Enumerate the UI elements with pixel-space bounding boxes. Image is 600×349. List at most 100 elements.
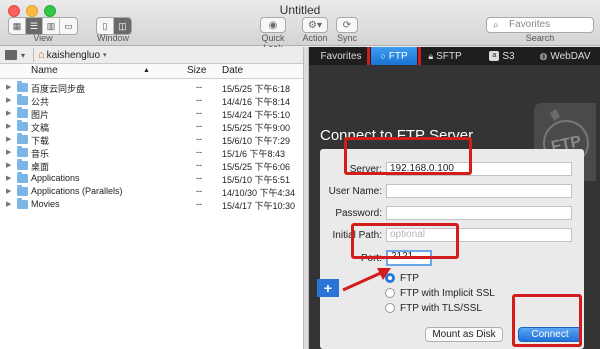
icon-view-button[interactable]: ▦ — [9, 18, 26, 34]
plus-icon: + — [323, 280, 333, 296]
tab-s3[interactable]: a S3 — [485, 47, 519, 65]
file-row[interactable]: ▶ Applications (Parallels) -- 14/10/30 下午4:… — [0, 185, 303, 198]
columns-icon: ▥ — [46, 20, 56, 31]
file-size: -- — [196, 134, 202, 144]
password-field[interactable] — [386, 206, 572, 220]
folder-menu-icon[interactable] — [5, 50, 17, 60]
divider — [33, 48, 35, 62]
globe-icon: ◍ — [539, 50, 548, 61]
action-label: Action — [302, 33, 328, 43]
annotation-highlight-connect — [512, 294, 582, 347]
current-folder[interactable]: kaishengluo — [47, 50, 100, 61]
mount-as-disk-button[interactable]: Mount as Disk — [425, 327, 503, 342]
chevron-down-icon[interactable]: ▾ — [21, 51, 25, 60]
search-label: Search — [525, 33, 555, 43]
window-toolbar: Untitled ▦ ☰ ▥ ▭ View ▯ ◫ Window ◉ Quick… — [0, 0, 600, 53]
file-row[interactable]: ▶ 下载 -- 15/6/10 下午7:29 — [0, 133, 303, 146]
gear-icon: ⚙▾ — [308, 19, 322, 31]
protocol-implicit-ssl-option[interactable]: FTP with Implicit SSL — [385, 287, 495, 299]
folder-icon — [17, 94, 28, 105]
chevron-down-icon[interactable]: ▾ — [103, 51, 107, 59]
size-column-header[interactable]: Size — [187, 65, 206, 76]
dual-pane-icon: ◫ — [118, 20, 127, 31]
file-size: -- — [196, 160, 202, 170]
radio-label: FTP with TLS/SSL — [400, 302, 482, 314]
disclosure-triangle-icon[interactable]: ▶ — [6, 122, 11, 130]
file-size: -- — [196, 121, 202, 131]
disclosure-triangle-icon[interactable]: ▶ — [6, 96, 11, 104]
ftp-connect-panel: Connect to FTP Server FTP Server: 192.16… — [309, 65, 600, 349]
tab-sftp[interactable]: 🔒︎ SFTP — [423, 47, 467, 65]
lock-icon: 🔒︎ — [428, 50, 434, 61]
file-row[interactable]: ▶ 文稿 -- 15/5/25 下午9:00 — [0, 120, 303, 133]
file-date: 15/4/17 下午10:30 — [222, 201, 296, 211]
disclosure-triangle-icon[interactable]: ▶ — [6, 200, 11, 208]
disclosure-triangle-icon[interactable]: ▶ — [6, 83, 11, 91]
action-button[interactable]: ⚙▾ — [302, 17, 328, 33]
folder-icon — [17, 107, 28, 118]
view-label: View — [33, 33, 53, 43]
file-name: Movies — [31, 199, 60, 209]
protocol-tls-option[interactable]: FTP with TLS/SSL — [385, 302, 482, 314]
radio-label: FTP — [400, 272, 419, 284]
annotation-highlight-port — [351, 223, 459, 259]
sync-button[interactable]: ⟳ — [336, 17, 358, 33]
file-row[interactable]: ▶ Applications -- 15/5/10 下午5:51 — [0, 172, 303, 185]
folder-icon — [17, 185, 28, 196]
column-view-button[interactable]: ▥ — [43, 18, 60, 34]
path-bar: ▾ ⌂ kaishengluo ▾ — [0, 47, 303, 64]
disclosure-triangle-icon[interactable]: ▶ — [6, 135, 11, 143]
disclosure-triangle-icon[interactable]: ▶ — [6, 174, 11, 182]
file-row[interactable]: ▶ 音乐 -- 15/1/6 下午8:43 — [0, 146, 303, 159]
eye-icon: ◉ — [268, 19, 278, 31]
search-placeholder: Favorites — [509, 19, 551, 30]
annotation-arrow — [342, 268, 391, 292]
file-name: Applications — [31, 173, 80, 183]
home-icon: ⌂ — [38, 49, 45, 61]
tab-label: WebDAV — [550, 50, 591, 62]
file-size: -- — [196, 147, 202, 157]
folder-icon — [17, 159, 28, 170]
disclosure-triangle-icon[interactable]: ▶ — [6, 187, 11, 195]
folder-icon — [17, 81, 28, 92]
file-row[interactable]: ▶ Movies -- 15/4/17 下午10:30 — [0, 198, 303, 211]
file-size: -- — [196, 199, 202, 209]
username-field[interactable] — [386, 184, 572, 198]
file-row[interactable]: ▶ 百度云同步盘 -- 15/5/25 下午6:18 — [0, 81, 303, 94]
disclosure-triangle-icon[interactable]: ▶ — [6, 109, 11, 117]
folder-icon — [17, 120, 28, 131]
file-list: ▶ 百度云同步盘 -- 15/5/25 下午6:18 ▶ 公共 -- 14/4/16 下午8… — [0, 79, 303, 211]
disclosure-triangle-icon[interactable]: ▶ — [6, 161, 11, 169]
quicklook-button[interactable]: ◉ — [260, 17, 286, 33]
file-size: -- — [196, 173, 202, 183]
single-pane-icon: ▯ — [102, 20, 108, 31]
file-row[interactable]: ▶ 桌面 -- 15/5/25 下午6:06 — [0, 159, 303, 172]
disclosure-triangle-icon[interactable]: ▶ — [6, 148, 11, 156]
folder-icon — [17, 146, 28, 157]
tab-label: Favorites — [320, 50, 362, 62]
folder-icon — [17, 172, 28, 183]
tab-favorites[interactable]: Favorites — [315, 47, 367, 65]
annotation-highlight-server — [344, 137, 472, 175]
coverflow-view-button[interactable]: ▭ — [60, 18, 77, 34]
folder-icon — [17, 133, 28, 144]
file-row[interactable]: ▶ 图片 -- 15/4/24 下午5:10 — [0, 107, 303, 120]
date-column-header[interactable]: Date — [222, 65, 243, 76]
tab-webdav[interactable]: ◍ WebDAV — [535, 47, 595, 65]
add-favorite-button[interactable]: + — [317, 279, 339, 297]
name-column-header[interactable]: Name — [31, 65, 58, 76]
file-row[interactable]: ▶ 公共 -- 14/4/16 下午8:14 — [0, 94, 303, 107]
search-input[interactable]: ⌕ Favorites — [486, 17, 594, 33]
file-name: Applications (Parallels) — [31, 186, 123, 196]
sync-label: Sync — [336, 33, 357, 43]
connect-pane: Favorites ○ FTP 🔒︎ SFTP a S3 ◍ WebDAV Connec… — [309, 47, 600, 349]
file-size: -- — [196, 95, 202, 105]
list-icon: ☰ — [29, 20, 39, 31]
dual-pane-button[interactable]: ◫ — [114, 18, 131, 34]
file-size: -- — [196, 108, 202, 118]
radio-unselected[interactable] — [385, 303, 395, 313]
single-pane-button[interactable]: ▯ — [97, 18, 114, 34]
window-label: Window — [96, 33, 129, 43]
list-view-button[interactable]: ☰ — [26, 18, 43, 34]
folder-icon — [17, 198, 28, 209]
